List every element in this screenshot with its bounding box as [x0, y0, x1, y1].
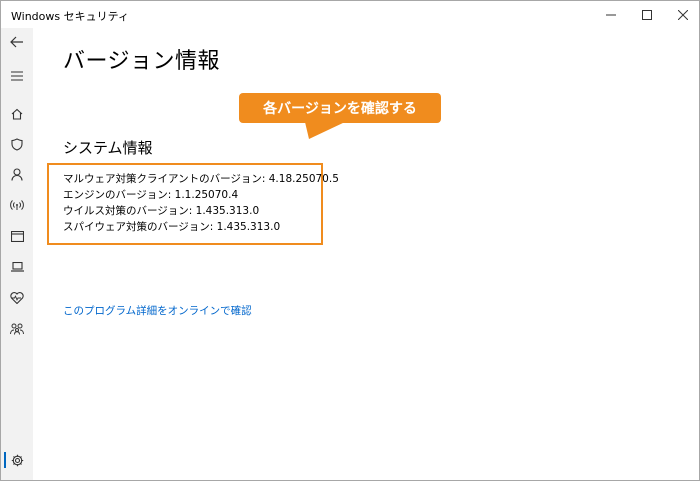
online-details-link[interactable]: このプログラム詳細をオンラインで確認	[63, 303, 252, 318]
sidebar-item-home[interactable]	[1, 100, 33, 128]
settings-icon	[11, 454, 23, 466]
maximize-icon	[642, 9, 652, 20]
menu-button[interactable]	[1, 62, 33, 90]
sidebar-item-device-security[interactable]	[1, 253, 33, 281]
sidebar-item-account[interactable]	[1, 160, 33, 188]
family-icon	[10, 323, 24, 335]
heart-icon	[10, 292, 24, 304]
person-icon	[11, 167, 23, 181]
maximize-button[interactable]	[628, 1, 666, 28]
back-button[interactable]	[1, 28, 33, 56]
sidebar-item-virus-protection[interactable]	[1, 130, 33, 158]
sidebar-item-settings[interactable]	[1, 446, 33, 474]
close-button[interactable]	[664, 1, 700, 28]
callout-tail	[305, 122, 345, 139]
shield-icon	[11, 137, 23, 151]
laptop-icon	[10, 262, 24, 272]
window-title: Windows セキュリティ	[11, 10, 129, 23]
callout-text: 各バージョンを確認する	[263, 101, 417, 117]
back-icon	[10, 36, 23, 48]
sidebar-item-device-health[interactable]	[1, 284, 33, 312]
title-bar: Windows セキュリティ	[1, 1, 699, 28]
antispyware-version: スパイウェア対策のバージョン: 1.435.313.0	[63, 221, 281, 233]
engine-version: エンジンのバージョン: 1.1.25070.4	[63, 189, 239, 201]
minimize-icon	[606, 14, 616, 15]
sidebar-item-firewall[interactable]	[1, 191, 33, 219]
page-title: バージョン情報	[63, 49, 221, 74]
sidebar	[1, 28, 33, 480]
app-window: Windows セキュリティ バージョン情報 各バージョンを確認する システム情…	[0, 0, 700, 481]
menu-icon	[11, 71, 23, 81]
antivirus-version: ウイルス対策のバージョン: 1.435.313.0	[63, 205, 260, 217]
minimize-button[interactable]	[592, 1, 630, 28]
antimalware-client-version: マルウェア対策クライアントのバージョン: 4.18.25070.5	[63, 173, 339, 185]
close-icon	[678, 9, 688, 20]
home-icon	[11, 108, 23, 120]
wireless-icon	[10, 200, 24, 210]
section-title: システム情報	[63, 139, 153, 157]
annotation-callout: 各バージョンを確認する	[239, 93, 441, 123]
sidebar-item-family-options[interactable]	[1, 315, 33, 343]
browser-icon	[10, 230, 24, 242]
sidebar-item-app-browser[interactable]	[1, 222, 33, 250]
